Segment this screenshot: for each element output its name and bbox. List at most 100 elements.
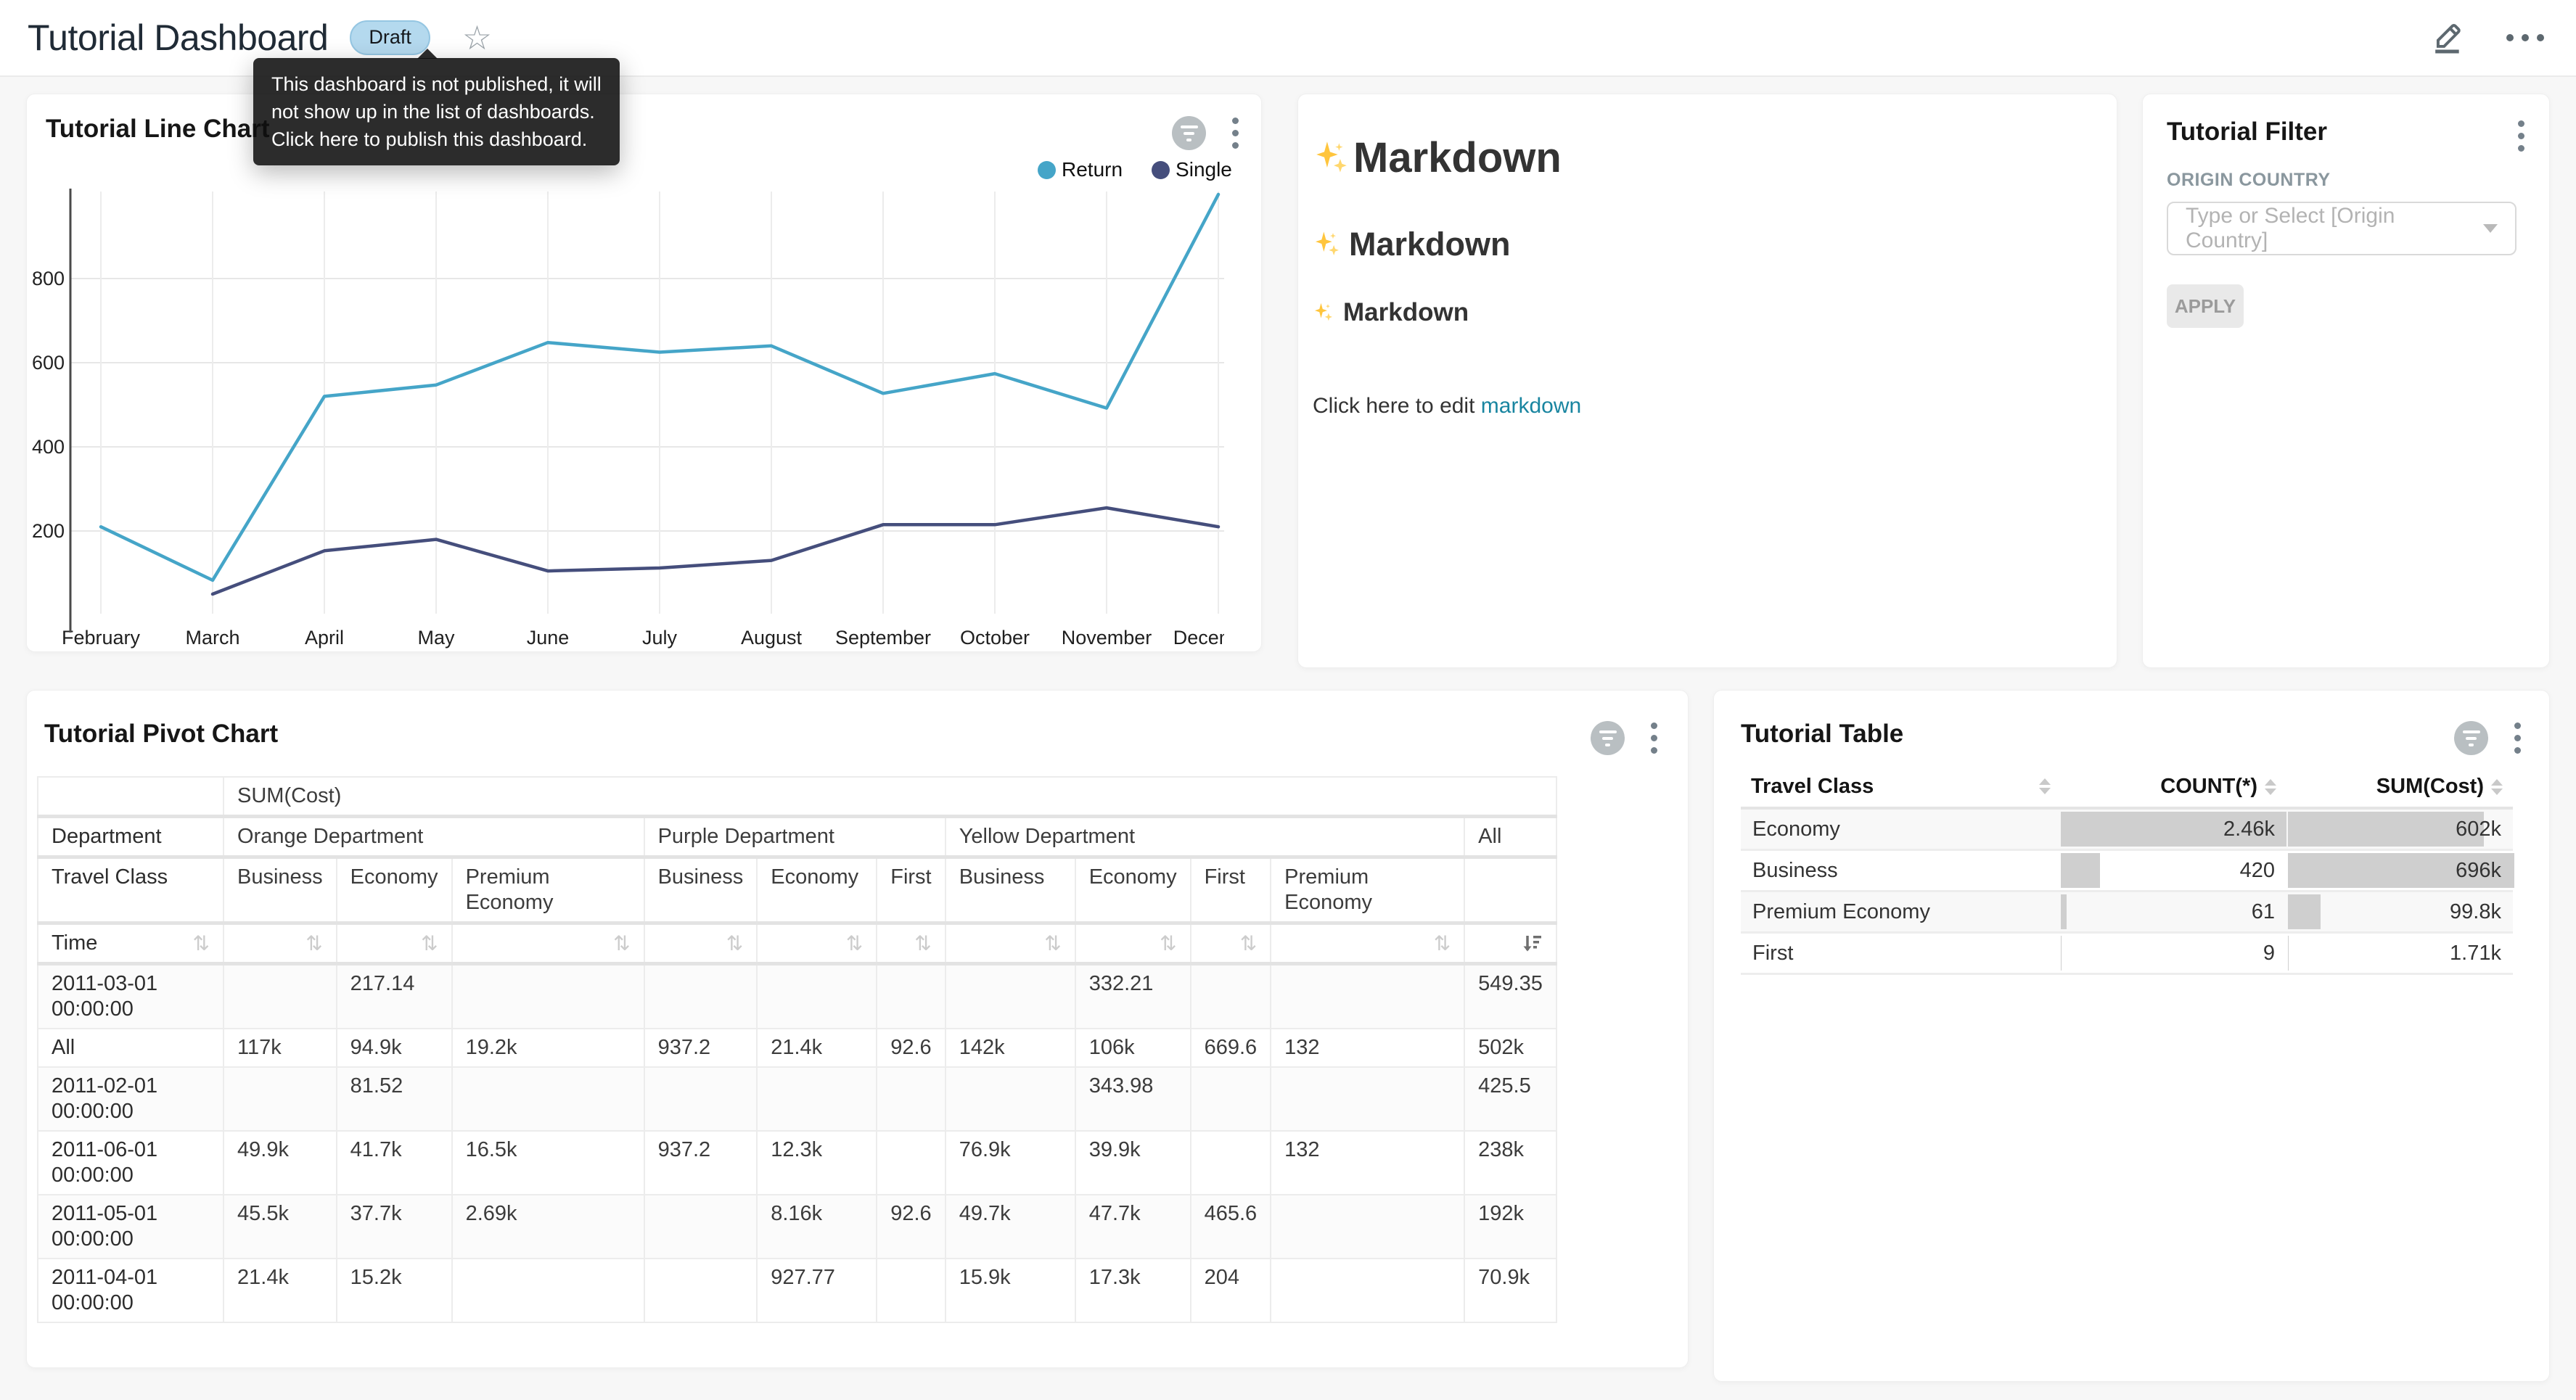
pivot-value-cell: 937.2 [644,1029,758,1067]
pivot-value-cell: 502k [1464,1029,1556,1067]
more-actions-button[interactable] [2502,30,2548,46]
kebab-menu-icon[interactable] [1228,113,1243,153]
chevron-down-icon [2483,224,2498,233]
x-axis-label: November [1062,627,1152,648]
legend-swatch [1038,161,1056,179]
pivot-value-cell [877,1259,945,1322]
pivot-value-cell: 70.9k [1464,1259,1556,1322]
sort-descending-icon[interactable] [1521,932,1543,955]
markdown-paragraph-text: Click here to edit [1313,394,1481,418]
select-placeholder: Type or Select [Origin Country] [2186,204,2483,253]
markdown-heading-2: Markdown [1313,226,2102,263]
pivot-value-cell: 92.6 [877,1029,945,1067]
sort-icon[interactable]: ⇅ [726,931,743,956]
pivot-class-cell [1464,857,1556,923]
pivot-value-cell: 17.3k [1075,1259,1191,1322]
origin-country-select[interactable]: Type or Select [Origin Country] [2167,202,2516,255]
sort-icon[interactable]: ⇅ [421,931,438,956]
sort-icon[interactable]: ⇅ [1044,931,1061,956]
count-cell: 61 [2059,892,2286,933]
pivot-row-label: 2011-05-01 00:00:00 [38,1195,223,1259]
travel-class-cell: First [1741,933,2059,974]
count-bar [2061,894,2067,929]
sparkle-icon [1313,139,1350,177]
pivot-value-cell [644,1067,758,1131]
pivot-data-row: 2011-05-01 00:00:0045.5k37.7k2.69k8.16k9… [38,1195,1556,1259]
legend-item-single[interactable]: Single [1152,158,1232,181]
markdown-edit-link[interactable]: markdown [1481,394,1581,418]
pivot-class-cell: First [1191,857,1271,923]
sort-icon[interactable]: ⇅ [305,931,322,956]
sort-carets-icon[interactable] [2039,778,2051,794]
table-row: Economy2.46k602k [1741,808,2513,850]
tooltip-line: Click here to publish this dashboard. [271,125,602,153]
series-line-single [213,508,1218,594]
markdown-heading-1: Markdown [1313,133,2102,182]
pivot-value-cell: 21.4k [223,1259,337,1322]
pivot-department-cell: Orange Department [223,817,644,857]
sum-bar [2288,812,2484,847]
pivot-class-cell: Economy [757,857,877,923]
pivot-sort-cell: ⇅ [644,923,758,964]
sort-icon[interactable]: ⇅ [1240,931,1257,956]
sort-icon[interactable]: ⇅ [193,931,210,956]
pivot-value-cell: 132 [1271,1029,1464,1067]
ellipsis-dot [2522,34,2529,41]
pivot-value-cell: 465.6 [1191,1195,1271,1259]
sort-icon[interactable]: ⇅ [1160,931,1176,956]
tooltip-line: This dashboard is not published, it will [271,70,602,98]
markdown-heading-text: Markdown [1353,133,1562,182]
sort-icon[interactable]: ⇅ [613,931,630,956]
sort-icon[interactable]: ⇅ [914,931,931,956]
pivot-value-cell: 937.2 [644,1131,758,1195]
pivot-department-header: Department [38,817,223,857]
legend-label: Single [1176,158,1232,181]
column-header-travel-class[interactable]: Travel Class [1741,766,2059,808]
pivot-class-cell: Business [946,857,1075,923]
pivot-chart-title: Tutorial Pivot Chart [44,720,278,749]
draft-tooltip: This dashboard is not published, it will… [253,58,620,165]
kebab-menu-icon[interactable] [2514,116,2529,156]
sort-icon[interactable]: ⇅ [1434,931,1451,956]
pivot-value-cell: 92.6 [877,1195,945,1259]
kebab-menu-icon[interactable] [2510,718,2525,758]
filter-badge-icon[interactable] [1591,721,1625,755]
sort-carets-icon[interactable] [2491,779,2503,795]
pivot-value-cell [452,1259,644,1322]
column-header-sum-cost[interactable]: SUM(Cost) [2286,766,2513,808]
legend-item-return[interactable]: Return [1038,158,1123,181]
apply-button[interactable]: APPLY [2167,284,2244,328]
pivot-row-label: 2011-06-01 00:00:00 [38,1131,223,1195]
origin-country-label: ORIGIN COUNTRY [2167,170,2331,191]
pivot-value-cell: 49.7k [946,1195,1075,1259]
sum-cost-cell: 99.8k [2286,892,2513,933]
sort-carets-icon[interactable] [2265,779,2276,795]
markdown-heading-text: Markdown [1343,298,1469,327]
x-axis-label: December [1173,627,1224,648]
favorite-star-icon[interactable]: ☆ [462,21,492,54]
filter-badge-icon[interactable] [1172,116,1206,150]
kebab-menu-icon[interactable] [1646,718,1662,758]
pivot-value-cell: 39.9k [1075,1131,1191,1195]
table-row: Business420696k [1741,850,2513,892]
filter-badge-icon[interactable] [2454,721,2488,755]
pivot-data-row: 2011-04-01 00:00:0021.4k15.2k927.7715.9k… [38,1259,1556,1322]
ellipsis-dot [2506,34,2514,41]
pivot-metric-header: SUM(Cost) [223,777,1556,817]
count-cell: 2.46k [2059,808,2286,850]
pivot-value-cell: 142k [946,1029,1075,1067]
edit-dashboard-button[interactable] [2428,19,2466,57]
pivot-value-cell: 217.14 [337,964,452,1029]
pivot-data-row: 2011-03-01 00:00:00217.14332.21549.35 [38,964,1556,1029]
column-header-count[interactable]: COUNT(*) [2059,766,2286,808]
pivot-row-label: 2011-04-01 00:00:00 [38,1259,223,1322]
pivot-value-cell [1271,964,1464,1029]
table-card-title: Tutorial Table [1741,720,1903,749]
sum-bar [2288,936,2289,971]
pivot-sort-cell: ⇅ [1075,923,1191,964]
line-chart-card-icons [1172,113,1243,153]
pivot-value-cell: 81.52 [337,1067,452,1131]
ellipsis-dot [2537,34,2544,41]
pivot-value-cell: 8.16k [757,1195,877,1259]
sort-icon[interactable]: ⇅ [846,931,863,956]
